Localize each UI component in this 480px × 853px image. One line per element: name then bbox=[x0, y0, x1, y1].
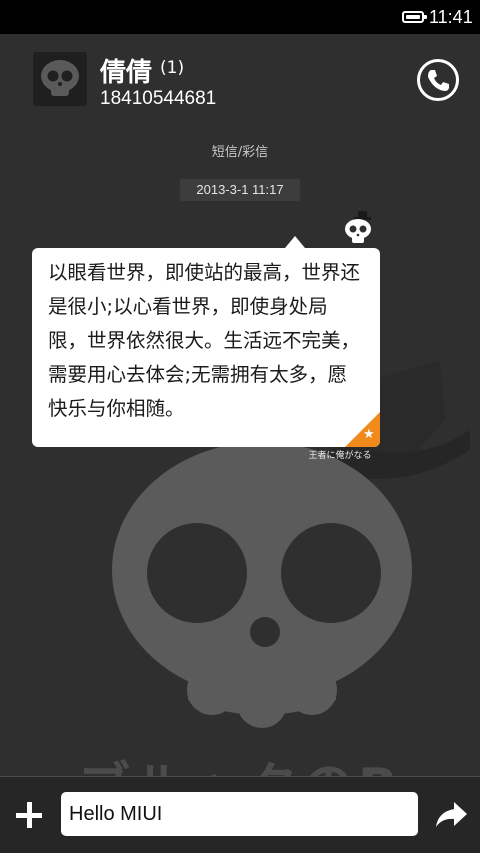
plus-icon[interactable] bbox=[14, 800, 44, 830]
battery-icon bbox=[402, 11, 427, 23]
contact-name: 倩倩 bbox=[100, 58, 153, 88]
star-icon: ★ bbox=[363, 427, 375, 442]
message-input[interactable]: Hello MIUI bbox=[61, 792, 418, 836]
send-arrow-icon[interactable] bbox=[434, 800, 468, 830]
skull-icon bbox=[41, 60, 79, 96]
call-button[interactable] bbox=[417, 59, 459, 101]
status-bar: 11:41 bbox=[0, 0, 480, 34]
bubble-signature: 王者に俺がなる bbox=[308, 451, 372, 461]
message-bubble[interactable]: 以眼看世界，即使站的最高，世界还是很小;以心看世界，即使身处局限，世界依然很大。… bbox=[32, 248, 380, 447]
status-time: 11:41 bbox=[429, 7, 473, 27]
unread-count: (1) bbox=[160, 58, 185, 78]
contact-avatar[interactable] bbox=[33, 52, 87, 106]
message-timestamp: 2013-3-1 11:17 bbox=[180, 179, 300, 201]
channel-label: 短信/彩信 bbox=[211, 145, 269, 160]
bubble-tail bbox=[285, 236, 305, 248]
phone-number: 18410544681 bbox=[100, 88, 217, 109]
sender-skull-icon[interactable] bbox=[343, 209, 373, 247]
phone-icon bbox=[428, 70, 449, 91]
message-text: 以眼看世界，即使站的最高，世界还是很小;以心看世界，即使身处局限，世界依然很大。… bbox=[48, 261, 361, 420]
